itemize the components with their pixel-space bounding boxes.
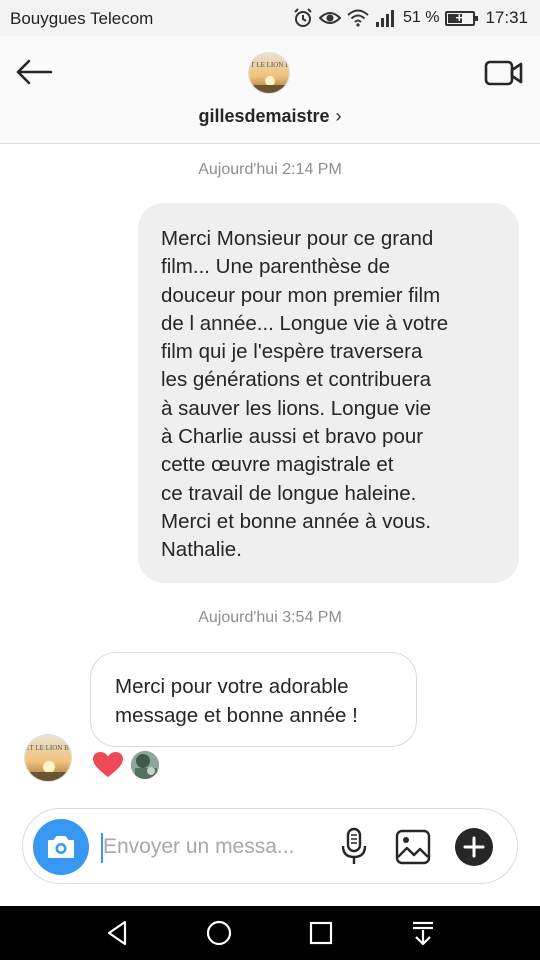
carrier-name: Bouygues Telecom <box>10 9 154 28</box>
avatar-image: MIA ET LE LION BLANC <box>249 53 290 93</box>
avatar-logo-text: MIA ET LE LION BLANC <box>25 744 72 752</box>
video-call-icon[interactable] <box>484 58 524 88</box>
eye-icon <box>318 12 341 24</box>
clock: 17:31 <box>485 8 528 27</box>
home-circle-icon[interactable] <box>204 918 234 948</box>
microphone-icon[interactable] <box>339 827 369 867</box>
notification-pull-icon[interactable] <box>408 918 438 948</box>
signal-icon <box>375 10 394 27</box>
system-nav-bar <box>0 906 540 960</box>
battery-percent: 51 % <box>402 9 440 26</box>
username: gillesdemaistre <box>198 106 330 126</box>
avatar-logo-text: MIA ET LE LION BLANC <box>249 61 290 69</box>
username-link[interactable]: gillesdemaistre › <box>0 106 540 127</box>
reactor-avatar[interactable] <box>130 750 160 780</box>
timestamp: Aujourd'hui 3:54 PM <box>198 609 342 626</box>
header-avatar[interactable]: MIA ET LE LION BLANC <box>248 52 290 94</box>
received-message-bubble[interactable]: Merci pour votre adorable message et bon… <box>90 652 417 747</box>
message-input[interactable] <box>103 827 323 867</box>
battery-charging-icon: + <box>445 10 479 26</box>
plus-button[interactable] <box>455 828 493 866</box>
sent-message-bubble[interactable]: Merci Monsieur pour ce grand film... Une… <box>138 203 519 583</box>
camera-button[interactable] <box>33 819 89 875</box>
chevron-right-icon: › <box>335 106 342 126</box>
back-arrow-icon[interactable] <box>14 56 54 88</box>
back-triangle-icon[interactable] <box>103 918 133 948</box>
gallery-icon[interactable] <box>395 829 431 865</box>
dm-screen: Bouygues Telecom 51 % + 17:31 T LE LION … <box>0 0 540 960</box>
sender-avatar[interactable]: MIA ET LE LION BLANC <box>24 734 72 782</box>
message-composer <box>22 808 518 884</box>
timestamp: Aujourd'hui 2:14 PM <box>198 161 342 178</box>
alarm-icon <box>294 8 312 27</box>
status-icons: 51 % + 17:31 <box>293 6 528 30</box>
wifi-icon <box>347 9 369 27</box>
avatar-image <box>131 751 159 779</box>
camera-icon <box>48 836 74 858</box>
plus-icon <box>463 836 485 858</box>
status-bar: Bouygues Telecom 51 % + 17:31 <box>0 0 540 36</box>
heart-icon[interactable] <box>93 752 123 778</box>
avatar-image: MIA ET LE LION BLANC <box>25 735 72 781</box>
conversation-header: MIA ET LE LION BLANC gillesdemaistre› <box>0 36 540 144</box>
recents-square-icon[interactable] <box>306 918 336 948</box>
